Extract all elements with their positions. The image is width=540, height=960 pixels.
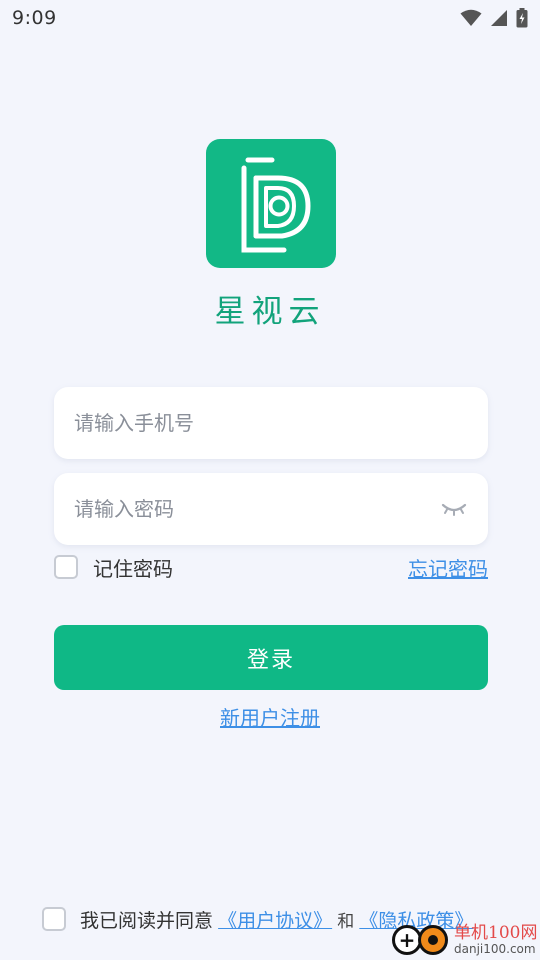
cell-signal-icon (490, 9, 508, 27)
wifi-icon (460, 9, 482, 27)
password-field-card[interactable] (54, 473, 488, 545)
watermark: + 单机100网 danji100.com (392, 920, 540, 960)
battery-charging-icon (516, 8, 528, 28)
status-bar: 9:09 (0, 0, 540, 36)
phone-input[interactable] (74, 411, 468, 435)
watermark-text: 单机100网 danji100.com (454, 922, 538, 956)
agreement-text: 我已阅读并同意 (80, 909, 214, 932)
remember-password-checkbox[interactable] (54, 555, 78, 579)
remember-password-toggle[interactable]: 记住密码 (54, 553, 173, 582)
watermark-line2: danji100.com (454, 941, 536, 956)
user-agreement-link[interactable]: 《用户协议》 (218, 910, 332, 932)
register-link-row: 新用户注册 (0, 702, 540, 731)
watermark-line1: 单机100网 (454, 922, 538, 943)
phone-field-card[interactable] (54, 387, 488, 459)
app-logo-d-icon (206, 139, 336, 268)
status-time: 9:09 (12, 7, 57, 29)
password-input[interactable] (74, 497, 440, 521)
remember-row: 记住密码 忘记密码 (54, 552, 488, 582)
eye-closed-icon[interactable] (440, 499, 468, 519)
status-icons (460, 8, 528, 28)
login-button[interactable]: 登录 (54, 625, 488, 690)
agreement-checkbox[interactable] (42, 907, 66, 931)
watermark-logo-icon: + (392, 925, 448, 955)
forgot-password-link[interactable]: 忘记密码 (408, 553, 488, 582)
app-name: 星视云 (214, 294, 326, 330)
agreement-and: 和 (337, 911, 355, 932)
remember-password-label: 记住密码 (93, 556, 173, 581)
register-link[interactable]: 新用户注册 (220, 706, 320, 730)
